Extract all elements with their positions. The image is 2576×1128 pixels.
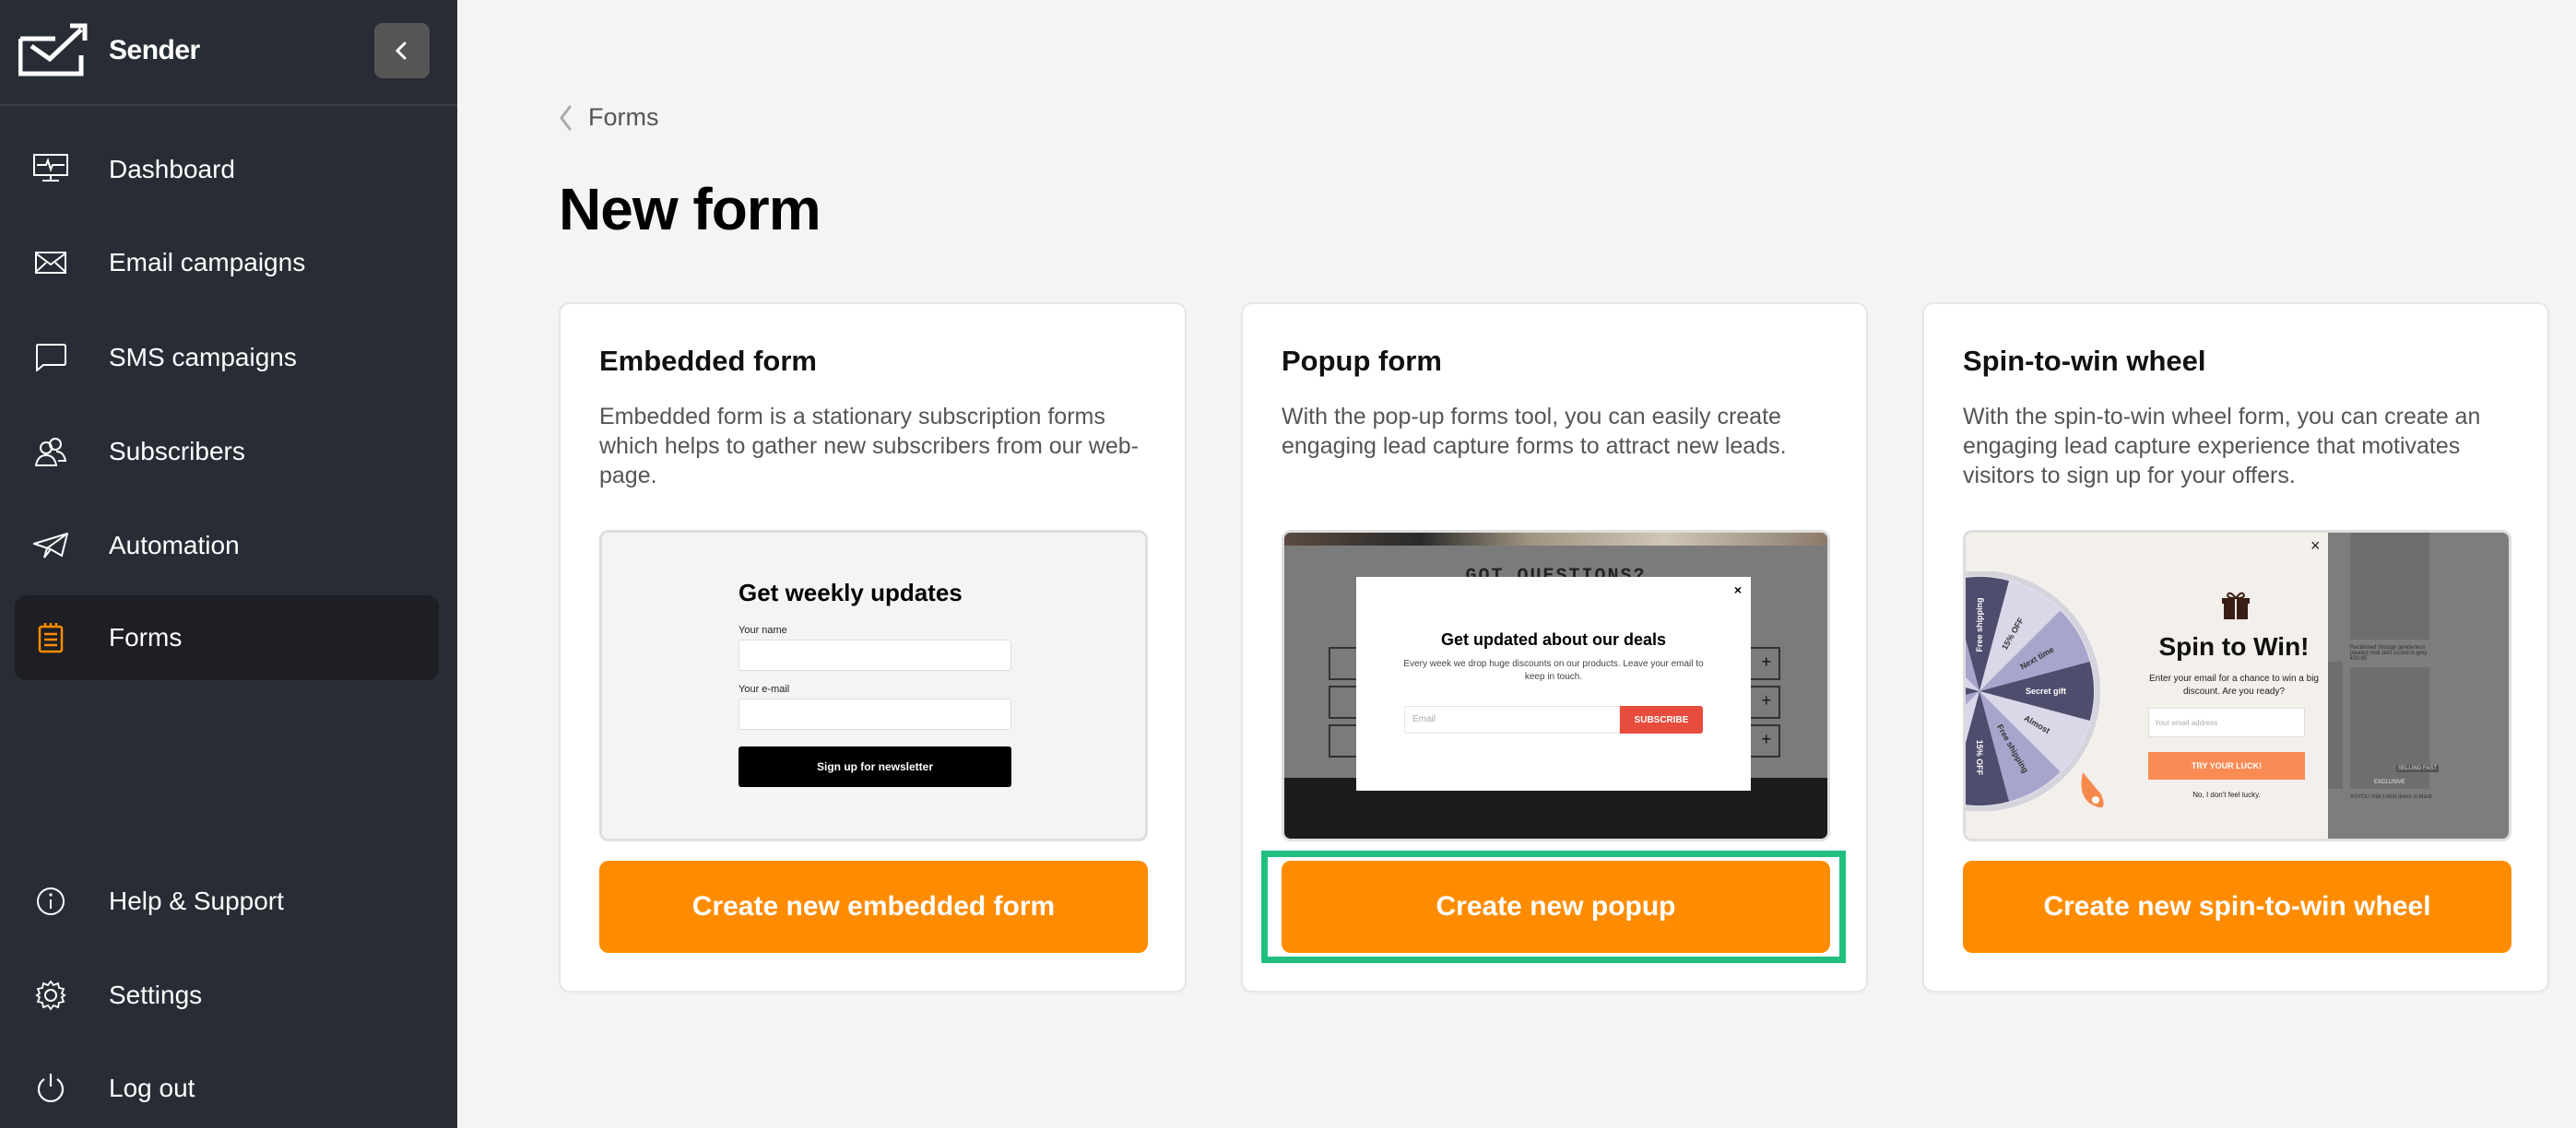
info-icon [33, 884, 68, 919]
preview-spin-title: Spin to Win! [2158, 632, 2310, 661]
preview-selling-fast-badge: SELLING FAST [2396, 765, 2440, 772]
preview-title: Get weekly updates [739, 579, 963, 606]
plus-icon: + [1761, 652, 1771, 671]
close-icon: × [1733, 582, 1742, 597]
sidebar-item-log-out[interactable]: Log out [15, 1046, 439, 1128]
power-icon [33, 1071, 68, 1106]
preview-email-input [739, 699, 1011, 730]
card-description: Embedded form is a stationary subscripti… [599, 404, 1139, 488]
chevron-left-icon [560, 105, 572, 130]
sidebar-item-subscribers[interactable]: Subscribers [15, 409, 439, 494]
sidebar-item-label: Help & Support [109, 887, 284, 915]
sender-logo-icon[interactable] [18, 22, 89, 77]
sidebar-item-label: Automation [109, 531, 240, 559]
card-title: Popup form [1282, 345, 1442, 377]
preview-name-label: Your name [739, 625, 787, 636]
sidebar: Sender Dashboard Email campaigns SMS cam… [0, 0, 457, 1128]
sidebar-item-label: Forms [109, 623, 183, 652]
plus-icon: + [1761, 691, 1771, 710]
preview-product-price: €50.95 [2350, 656, 2368, 662]
create-popup-button[interactable]: Create new popup [1282, 861, 1830, 953]
card-title: Embedded form [599, 345, 817, 377]
card-description: With the pop-up forms tool, you can easi… [1282, 404, 1787, 459]
collapse-sidebar-button[interactable] [374, 23, 430, 78]
sidebar-item-label: Log out [109, 1074, 195, 1102]
breadcrumb[interactable]: Forms [557, 103, 659, 132]
create-embedded-form-button[interactable]: Create new embedded form [599, 861, 1148, 953]
wheel-segment-label: Secret gift [2026, 687, 2066, 696]
sidebar-item-forms[interactable]: Forms [15, 595, 439, 680]
close-icon: × [2310, 536, 2321, 555]
users-icon [33, 434, 68, 469]
monitor-pulse-icon [33, 152, 68, 187]
wheel-segment-label: Free shipping [1975, 597, 1984, 652]
sidebar-item-sms-campaigns[interactable]: SMS campaigns [15, 315, 439, 400]
popup-form-card: Popup form With the pop-up forms tool, y… [1243, 304, 1866, 991]
preview-email-label: Your e-mail [739, 684, 790, 695]
sidebar-item-email-campaigns[interactable]: Email campaigns [15, 220, 439, 305]
sidebar-item-help-support[interactable]: Help & Support [15, 859, 439, 944]
gear-icon [33, 978, 68, 1013]
sidebar-item-label: SMS campaigns [109, 343, 297, 371]
sidebar-item-settings[interactable]: Settings [15, 953, 439, 1038]
embedded-form-card: Embedded form Embedded form is a station… [561, 304, 1185, 991]
preview-name-input [739, 640, 1011, 671]
envelope-icon [33, 245, 68, 280]
brand-name: Sender [109, 35, 200, 65]
preview-try-luck-button: TRY YOUR LUCK! [2148, 752, 2305, 780]
preview-email-input: Your email address [2148, 708, 2305, 737]
sidebar-item-label: Settings [109, 981, 203, 1009]
popup-form-preview: GOT QUESTIONS? + + + × Get updated about… [1282, 530, 1830, 841]
create-spin-to-win-button[interactable]: Create new spin-to-win wheel [1963, 861, 2511, 953]
wheel-segment-label: 15% OFF [1975, 740, 1984, 776]
preview-photo-strip [1284, 533, 1827, 546]
card-description: With the spin-to-win wheel form, you can… [1963, 404, 2481, 488]
preview-popup-modal: × Get updated about our deals Every week… [1356, 577, 1751, 791]
sidebar-item-label: Email campaigns [109, 248, 306, 276]
embedded-form-preview: Get weekly updates Your name Your e-mail… [599, 530, 1148, 841]
sidebar-item-label: Dashboard [109, 155, 235, 183]
spin-to-win-preview: Free shipping 15% OFF Next time Secret gift… [1963, 530, 2511, 841]
preview-shop-background: Reclaimed Vintage genderless pleated mid… [2328, 533, 2509, 839]
card-title: Spin-to-win wheel [1963, 345, 2206, 377]
spin-wheel-icon: Free shipping 15% OFFNext timeSecret gift… [1966, 571, 2104, 811]
preview-signup-button: Sign up for newsletter [739, 746, 1011, 787]
preview-exclusive-badge: EXCLUSIVE [2374, 780, 2405, 785]
sidebar-item-label: Subscribers [109, 437, 245, 465]
sidebar-divider [0, 104, 457, 106]
preview-popup-title: Get updated about our deals [1440, 630, 1667, 649]
spin-to-win-card: Spin-to-win wheel With the spin-to-win w… [1924, 304, 2547, 991]
preview-decline-link: No, I don't feel lucky. [2192, 791, 2261, 799]
gift-icon [2222, 592, 2250, 619]
preview-popup-text: Every week we drop huge discounts on our… [1403, 659, 1704, 682]
chevron-left-icon [395, 41, 407, 60]
paper-plane-icon [33, 528, 68, 563]
sidebar-item-automation[interactable]: Automation [15, 503, 439, 588]
preview-product-caption: Reclaimed Vintage genderless pleated mid… [2350, 645, 2428, 656]
plus-icon: + [1761, 730, 1771, 748]
preview-email-input: Email [1404, 706, 1620, 734]
preview-spin-text: Enter your email for a chance to win a b… [2149, 674, 2319, 697]
chat-bubble-icon [33, 340, 68, 375]
sidebar-item-dashboard[interactable]: Dashboard [15, 127, 439, 212]
preview-product-caption-2: ASYOU midi t-shirt dress in black [2350, 794, 2432, 800]
notepad-icon [33, 620, 68, 655]
preview-subscribe-button: SUBSCRIBE [1620, 706, 1703, 734]
page-title: New form [559, 176, 821, 242]
breadcrumb-forms-link[interactable]: Forms [588, 103, 659, 132]
